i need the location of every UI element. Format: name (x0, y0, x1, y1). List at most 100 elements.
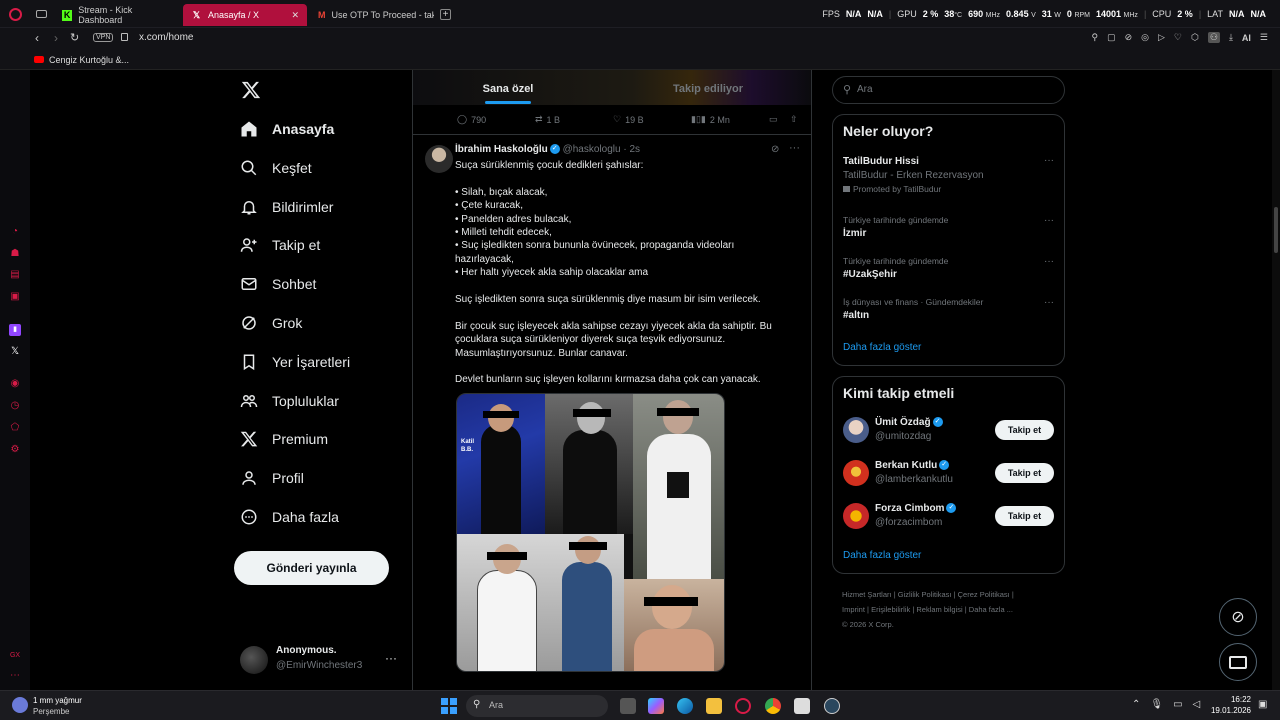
scrollbar-thumb[interactable] (1274, 207, 1278, 253)
tweet-more-icon[interactable]: ··· (789, 142, 800, 154)
camera-icon[interactable]: ◎ (1141, 32, 1149, 43)
gx-logo-icon[interactable]: GX (9, 650, 21, 662)
bookmark-item[interactable]: Cengiz Kurtoğlu &... (49, 55, 129, 65)
tab-gmail[interactable]: M Use OTP To Proceed - takı (310, 4, 434, 26)
more-dots-icon[interactable]: ··· (385, 651, 397, 665)
gx-player-icon[interactable]: ◉ (9, 378, 21, 390)
search-box[interactable]: ⚲ Ara (832, 76, 1065, 104)
avatar[interactable] (843, 503, 869, 529)
edge-icon[interactable] (677, 698, 693, 714)
nav-item-1[interactable]: Keşfet (240, 156, 312, 180)
post-button[interactable]: Gönderi yayınla (234, 551, 389, 585)
like-button[interactable]: ♡ 19 B (613, 114, 644, 125)
chrome-icon[interactable] (765, 698, 781, 714)
suggested-user[interactable]: Forza Cimbom ✓ @forzacimbom (875, 503, 957, 528)
file-explorer-icon[interactable] (706, 698, 722, 714)
nav-item-0[interactable]: Anasayfa (240, 117, 334, 141)
nav-item-2[interactable]: Bildirimler (240, 195, 333, 219)
nav-item-8[interactable]: Premium (240, 427, 328, 451)
show-more-link[interactable]: Daha fazla göster (843, 342, 921, 353)
footer-link[interactable]: Reklam bilgisi (916, 605, 962, 614)
notifications-icon[interactable]: ▣ (1258, 699, 1267, 710)
avatar[interactable] (843, 417, 869, 443)
bookmark-button[interactable]: ▭ (769, 114, 778, 125)
gx-control-icon[interactable]: ☗ (9, 248, 21, 260)
chevron-up-icon[interactable]: ⌃ (1132, 699, 1140, 710)
follow-button[interactable]: Takip et (995, 420, 1054, 440)
footer-link[interactable]: Çerez Politikası (958, 590, 1010, 599)
tweet[interactable]: İbrahim Haskoloğlu ✓ @haskologlu · 2s ⊘ ·… (413, 135, 811, 690)
twitch-icon[interactable]: ▮ (9, 324, 21, 336)
store-icon[interactable] (794, 698, 810, 714)
tweet-photo[interactable] (633, 394, 724, 579)
microphone-icon[interactable]: 🎙 (1150, 699, 1163, 710)
clock[interactable]: 16:22 19.01.2026 (1207, 694, 1251, 716)
account-switcher[interactable]: Anonymous. @EmirWinchester3 ··· (240, 643, 400, 677)
tweet-photo[interactable] (624, 579, 724, 671)
snapshot-icon[interactable]: ▢ (1107, 32, 1116, 43)
trend-item[interactable]: İş dünyası ve finans · Gündemdekiler #al… (843, 297, 983, 321)
footer-link[interactable]: Gizlilik Politikası (898, 590, 952, 599)
show-more-link[interactable]: Daha fazla göster (843, 550, 921, 561)
footer-link[interactable]: Daha fazla ... (969, 605, 1013, 614)
network-icon[interactable]: ▭ (1173, 699, 1182, 710)
trend-more-icon[interactable]: ··· (1044, 155, 1054, 166)
nav-item-3[interactable]: Takip et (240, 233, 320, 257)
volume-icon[interactable]: ◁ (1193, 699, 1201, 710)
nav-item-6[interactable]: Yer İşaretleri (240, 350, 350, 374)
adblock-icon[interactable]: ⊘ (1125, 32, 1133, 43)
menu-icon[interactable]: ☰ (1260, 32, 1268, 43)
nav-item-9[interactable]: Profil (240, 466, 304, 490)
url-field[interactable]: x.com/home (139, 32, 193, 43)
suggested-user[interactable]: Berkan Kutlu ✓ @lamberkankutlu (875, 460, 953, 485)
nav-item-5[interactable]: Grok (240, 311, 302, 335)
pin-icon[interactable]: ⚲ (1091, 32, 1098, 43)
gx-news-icon[interactable]: ▤ (9, 269, 21, 281)
gx-more-icon[interactable]: ⋯ (9, 670, 21, 682)
views-button[interactable]: ▮▯▮ 2 Mn (691, 114, 730, 125)
tab-kick[interactable]: K Stream - Kick Dashboard (54, 4, 180, 26)
page-scrollbar[interactable] (1272, 70, 1280, 690)
tweet-photo[interactable] (545, 394, 633, 534)
footer-link[interactable]: Erişilebilirlik (871, 605, 910, 614)
x-logo-icon[interactable] (241, 80, 261, 100)
nav-item-4[interactable]: Sohbet (240, 272, 316, 296)
share-button[interactable]: ⇧ (790, 114, 798, 125)
profile-icon[interactable]: ⚇ (1207, 32, 1220, 43)
steam-icon[interactable] (824, 698, 840, 714)
tweet-author[interactable]: İbrahim Haskoloğlu (455, 144, 548, 155)
tweet-media[interactable]: Katil B.B. (456, 393, 725, 672)
tweet-time[interactable]: 2s (629, 144, 640, 155)
gx-m-icon[interactable]: ▣ (9, 291, 21, 303)
gx-speed-icon[interactable]: ◔ (9, 226, 21, 238)
tweet-photo[interactable] (457, 534, 624, 671)
gx-settings-icon[interactable]: ⚙ (9, 444, 21, 456)
player-icon[interactable]: ▷ (1158, 32, 1165, 43)
nav-item-7[interactable]: Topluluklar (240, 389, 339, 413)
trend-item[interactable]: TatilBudur Hissi TatilBudur - Erken Reze… (843, 156, 1053, 194)
reload-icon[interactable]: ↻ (70, 31, 79, 44)
new-tab-icon[interactable]: + (440, 9, 451, 20)
x-sidebar-icon[interactable]: 𝕏 (9, 346, 21, 358)
tab-x-home[interactable]: 𝕏 Anasayfa / X ✕ (183, 4, 307, 26)
messages-fab[interactable] (1219, 643, 1257, 681)
suggested-user[interactable]: Ümit Özdağ ✓ @umitozdag (875, 417, 943, 442)
weather-widget[interactable]: 1 mm yağmur Perşembe (12, 694, 122, 718)
trend-more-icon[interactable]: ··· (1044, 215, 1054, 226)
trend-more-icon[interactable]: ··· (1044, 297, 1054, 308)
footer-link[interactable]: Hizmet Şartları (842, 590, 892, 599)
back-icon[interactable]: ‹ (35, 31, 39, 45)
reply-button[interactable]: ◯ 790 (457, 114, 486, 125)
copilot-icon[interactable] (648, 698, 664, 714)
follow-button[interactable]: Takip et (995, 506, 1054, 526)
taskbar-search[interactable]: ⚲ Ara (466, 695, 608, 717)
trend-item[interactable]: Türkiye tarihinde gündemde #UzakŞehir (843, 256, 948, 280)
heart-icon[interactable]: ♡ (1174, 32, 1182, 43)
download-icon[interactable]: ⤓ (1229, 32, 1233, 43)
grok-explain-icon[interactable]: ⊘ (771, 144, 779, 155)
repost-button[interactable]: ⇄ 1 B (535, 114, 560, 125)
follow-button[interactable]: Takip et (995, 463, 1054, 483)
forward-icon[interactable]: › (54, 31, 58, 45)
nav-item-10[interactable]: Daha fazla (240, 505, 339, 529)
footer-link[interactable]: Imprint (842, 605, 865, 614)
